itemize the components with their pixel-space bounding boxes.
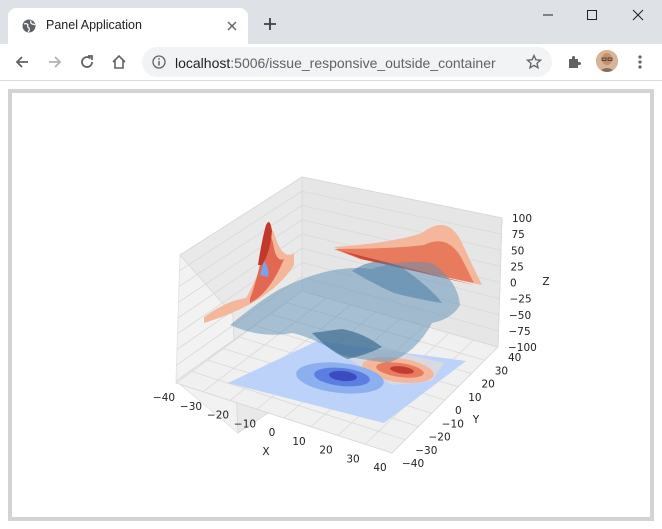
x-tick-label: −20	[207, 410, 229, 422]
z-tick-label: 100	[512, 213, 532, 225]
x-tick-label: −40	[153, 392, 175, 404]
x-tick-label: 40	[373, 462, 386, 474]
home-icon[interactable]	[108, 51, 130, 73]
y-tick-label: −40	[402, 458, 424, 470]
browser-tab[interactable]: Panel Application	[8, 8, 248, 44]
close-icon[interactable]	[622, 4, 654, 26]
z-tick-label: −75	[509, 326, 531, 338]
surface-3d-plot: −40−40−100−30−30−75−20−20−50−10 −10−25000…	[153, 176, 550, 474]
page-content: −40 −40 −100 −30 −30 −75 −20 −20 −50 −10 −10 −25 0 0 0…	[0, 81, 662, 529]
y-tick-label: 10	[468, 392, 481, 404]
globe-icon	[22, 19, 36, 33]
url-host: localhost	[175, 55, 231, 71]
y-tick-label: 30	[495, 365, 508, 377]
tab-close-icon[interactable]	[224, 18, 240, 34]
x-tick-label: 10	[292, 436, 305, 448]
y-tick-label: 0	[455, 405, 462, 417]
x-tick-label: −30	[180, 401, 202, 413]
y-tick-label: 40	[508, 352, 521, 364]
avatar[interactable]	[596, 50, 618, 72]
panel-container: −40 −40 −100 −30 −30 −75 −20 −20 −50 −10 −10 −25 0 0 0…	[8, 89, 654, 521]
z-tick-label: 0	[510, 278, 517, 290]
address-bar[interactable]: localhost:5006/issue_responsive_outside_…	[142, 47, 552, 77]
x-tick-label: 20	[319, 445, 332, 457]
x-axis-label: X	[262, 446, 269, 458]
z-tick-label: 75	[512, 229, 525, 241]
y-axis-label: Y	[472, 414, 480, 426]
z-axis-label: Z	[542, 276, 549, 288]
y-tick-label: −10	[442, 418, 464, 430]
star-icon[interactable]	[526, 54, 542, 70]
extensions-icon[interactable]	[563, 51, 585, 73]
info-icon[interactable]	[152, 55, 166, 69]
new-tab-icon[interactable]	[260, 14, 280, 34]
y-tick-label: −20	[429, 432, 451, 444]
y-tick-label: 20	[482, 379, 495, 391]
url-path: :5006/issue_responsive_outside_container	[230, 55, 496, 71]
reload-icon[interactable]	[76, 51, 98, 73]
z-tick-label: 25	[511, 261, 524, 273]
x-tick-label: 0	[269, 427, 276, 439]
tab-title: Panel Application	[46, 18, 142, 32]
z-tick-label: 50	[511, 245, 524, 257]
z-tick-label: −25	[510, 294, 532, 306]
x-tick-label: 30	[346, 453, 359, 465]
y-tick-label: −30	[415, 445, 437, 457]
browser-toolbar: localhost:5006/issue_responsive_outside_…	[0, 44, 662, 81]
forward-icon[interactable]	[44, 51, 66, 73]
maximize-icon[interactable]	[576, 4, 608, 26]
menu-icon[interactable]	[629, 51, 651, 73]
url-text[interactable]: localhost:5006/issue_responsive_outside_…	[175, 55, 496, 71]
x-tick-label: −10	[234, 418, 256, 430]
z-tick-label: −50	[509, 310, 531, 322]
tab-strip: Panel Application	[0, 0, 662, 44]
back-icon[interactable]	[11, 51, 33, 73]
minimize-icon[interactable]	[532, 4, 564, 26]
